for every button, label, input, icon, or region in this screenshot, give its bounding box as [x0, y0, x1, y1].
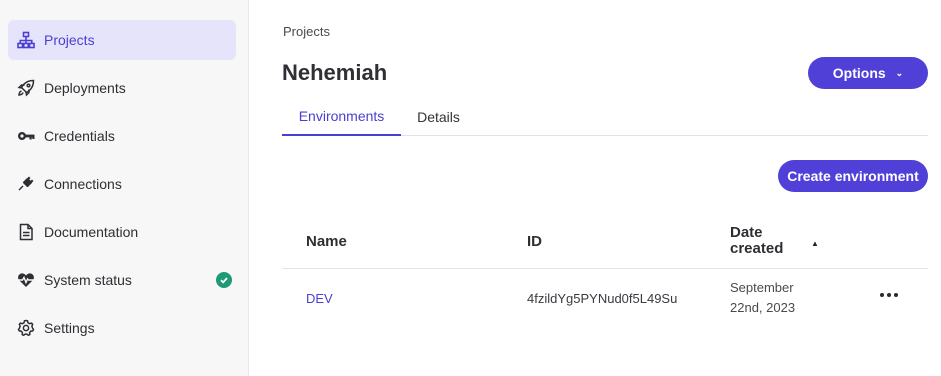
environments-table: Name ID Date created ▲ DEV 4fzildYg5PYNu…: [282, 215, 928, 329]
table-header: Name ID Date created ▲: [282, 215, 928, 269]
chevron-down-icon: ⌄: [895, 67, 904, 78]
sidebar-item-label: Connections: [44, 176, 122, 192]
column-header-date-line: Date: [730, 224, 763, 241]
tab-details[interactable]: Details: [401, 98, 476, 135]
options-button[interactable]: Options ⌄: [808, 57, 928, 89]
page-title: Nehemiah: [282, 60, 388, 85]
column-header-date-line: created: [730, 240, 784, 257]
breadcrumb[interactable]: Projects: [283, 24, 330, 39]
sidebar-item-label: System status: [44, 272, 132, 288]
column-header-id[interactable]: ID: [527, 233, 542, 250]
tab-label: Environments: [298, 108, 385, 124]
environment-id: 4fzildYg5PYNud0f5L49Su: [527, 291, 678, 306]
column-header-name[interactable]: Name: [306, 233, 347, 250]
document-icon: [17, 223, 35, 241]
sidebar: Projects Deployments Credentials Connect…: [0, 0, 249, 376]
sidebar-item-documentation[interactable]: Documentation: [8, 212, 236, 252]
tab-environments[interactable]: Environments: [282, 98, 401, 136]
more-icon-dot: [894, 293, 898, 297]
sidebar-item-projects[interactable]: Projects: [8, 20, 236, 60]
heartbeat-icon: [17, 271, 35, 289]
tab-bar: Environments Details: [282, 98, 928, 136]
more-icon-dot: [887, 293, 891, 297]
tab-label: Details: [417, 108, 460, 125]
sidebar-item-credentials[interactable]: Credentials: [8, 116, 236, 156]
date-line: September: [730, 280, 794, 295]
date-line: 22nd, 2023: [730, 300, 796, 315]
environment-name-link[interactable]: DEV: [306, 291, 333, 306]
column-header-date-created[interactable]: Date created: [730, 225, 783, 257]
sidebar-item-label: Credentials: [44, 128, 115, 144]
sidebar-item-label: Projects: [44, 32, 95, 48]
status-check-icon: [216, 272, 232, 288]
sidebar-item-system-status[interactable]: System status: [8, 260, 236, 300]
main-content: Projects Nehemiah Options ⌄ Environments…: [250, 0, 941, 376]
sort-ascending-icon[interactable]: ▲: [811, 239, 819, 248]
create-environment-button[interactable]: Create environment: [778, 160, 928, 192]
gear-icon: [17, 319, 35, 337]
options-button-label: Options: [832, 65, 886, 81]
environment-date-created: September 22nd, 2023: [730, 278, 795, 318]
sidebar-item-connections[interactable]: Connections: [8, 164, 236, 204]
sitemap-icon: [17, 31, 35, 49]
rocket-icon: [17, 79, 35, 97]
sidebar-item-label: Documentation: [44, 224, 139, 240]
sidebar-item-settings[interactable]: Settings: [8, 308, 236, 348]
plug-icon: [17, 175, 35, 193]
key-icon: [17, 127, 35, 145]
sidebar-item-label: Deployments: [44, 80, 126, 96]
table-row: DEV 4fzildYg5PYNud0f5L49Su September 22n…: [282, 269, 928, 329]
sidebar-item-label: Settings: [44, 320, 95, 336]
more-actions-button[interactable]: [878, 285, 900, 305]
sidebar-item-deployments[interactable]: Deployments: [8, 68, 236, 108]
more-icon-dot: [880, 293, 884, 297]
